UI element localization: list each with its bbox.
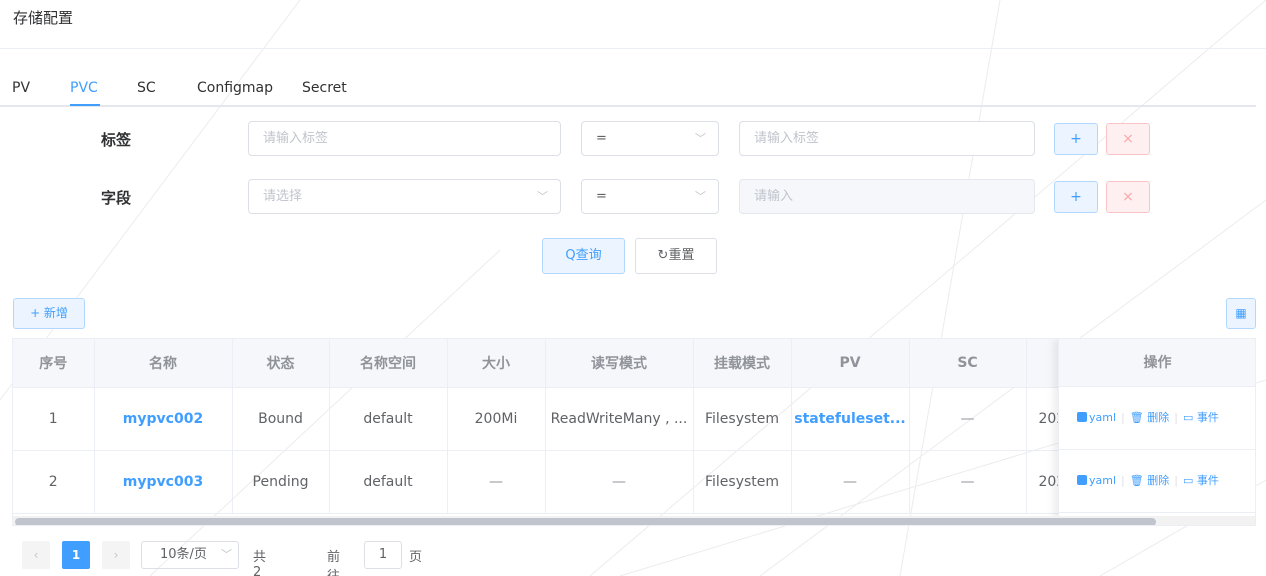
page-title: 存储配置: [13, 9, 74, 27]
divider: |: [1174, 474, 1178, 487]
column-header: 操作: [1059, 339, 1255, 387]
remove-field-filter-button[interactable]: ×: [1106, 181, 1150, 213]
goto-label: 前往: [327, 550, 341, 576]
refresh-icon: ↻: [657, 248, 669, 263]
total-count: 共 2 条: [253, 550, 267, 576]
yaml-action[interactable]: yaml: [1077, 411, 1116, 424]
tab-sc[interactable]: SC: [137, 80, 156, 96]
yaml-action[interactable]: yaml: [1077, 474, 1116, 487]
column-settings-button[interactable]: ▦: [1226, 298, 1256, 329]
divider: |: [1174, 411, 1178, 424]
tab-secret[interactable]: Secret: [302, 80, 347, 96]
horizontal-scrollbar[interactable]: [13, 516, 1255, 525]
tab-pv[interactable]: PV: [12, 80, 30, 96]
chevron-down-icon: ﹀: [695, 132, 706, 145]
divider: |: [1121, 474, 1125, 487]
field-key-select[interactable]: 请选择 ﹀: [248, 179, 561, 214]
add-label-filter-button[interactable]: +: [1054, 123, 1098, 155]
row-actions: yaml | 🗑 删除 | ▭ 事件: [1059, 387, 1255, 450]
page-header: 存储配置: [0, 0, 1266, 49]
tab-bar: PV PVC SC Configmap Secret: [0, 78, 1256, 107]
cell-access-mode: ReadWriteMany , ...: [545, 387, 694, 451]
column-header: 名称空间: [329, 339, 448, 388]
label-operator-select[interactable]: = ﹀: [581, 121, 719, 156]
remove-label-filter-button[interactable]: ×: [1106, 123, 1150, 155]
chevron-down-icon: ﹀: [695, 190, 706, 203]
pvc-table: 序号 名称 状态 名称空间 大小 读写模式 挂载模式 PV SC 1 mypvc…: [12, 338, 1256, 526]
add-pvc-button[interactable]: + 新增: [13, 298, 85, 329]
delete-action[interactable]: 🗑 删除: [1130, 411, 1169, 424]
cell-size: 200Mi: [447, 387, 546, 451]
cell-namespace: default: [329, 450, 448, 514]
reset-button[interactable]: ↻重置: [635, 238, 717, 274]
tab-pvc[interactable]: PVC: [70, 80, 98, 96]
cell-namespace: default: [329, 387, 448, 451]
page-unit-label: 页: [409, 550, 423, 565]
next-page-button[interactable]: ›: [102, 541, 130, 569]
active-tab-indicator: [70, 104, 100, 106]
column-header: 读写模式: [545, 339, 694, 388]
column-header: 挂载模式: [693, 339, 792, 388]
trash-icon: 🗑: [1129, 474, 1144, 487]
field-value-input[interactable]: 请输入: [739, 179, 1035, 214]
cell-name-link[interactable]: mypvc003: [94, 450, 233, 514]
row-actions: yaml | 🗑 删除 | ▭ 事件: [1059, 450, 1255, 513]
trash-icon: 🗑: [1129, 411, 1144, 424]
message-icon: ▭: [1182, 474, 1194, 487]
column-header: 状态: [232, 339, 330, 388]
table-grid-icon: ▦: [1235, 306, 1247, 320]
delete-action[interactable]: 🗑 删除: [1130, 474, 1169, 487]
add-field-filter-button[interactable]: +: [1054, 181, 1098, 213]
column-header: SC: [909, 339, 1027, 388]
cell-status: Bound: [232, 387, 330, 451]
operations-column: 操作 yaml | 🗑 删除 | ▭ 事件 yaml | 🗑 删除 | ▭ 事件: [1058, 339, 1255, 525]
events-action[interactable]: ▭ 事件: [1183, 474, 1219, 487]
field-operator-select[interactable]: = ﹀: [581, 179, 719, 214]
label-value-input[interactable]: 请输入标签: [739, 121, 1035, 156]
cell-volume-mode: Filesystem: [693, 450, 792, 514]
cell-pv: —: [791, 450, 910, 514]
chevron-down-icon: ﹀: [221, 548, 232, 561]
cell-access-mode: —: [545, 450, 694, 514]
goto-page-input[interactable]: 1: [364, 541, 402, 569]
tab-configmap[interactable]: Configmap: [197, 80, 273, 96]
message-icon: ▭: [1182, 411, 1194, 424]
column-header: 大小: [447, 339, 546, 388]
cell-sc: —: [909, 450, 1027, 514]
cell-sc: —: [909, 387, 1027, 451]
prev-page-button[interactable]: ‹: [22, 541, 50, 569]
cell-pv-link[interactable]: statefuleset...: [791, 387, 910, 451]
cell-status: Pending: [232, 450, 330, 514]
cell-volume-mode: Filesystem: [693, 387, 792, 451]
cell-size: —: [447, 450, 546, 514]
yaml-icon: [1077, 475, 1087, 485]
column-header: 序号: [13, 339, 95, 388]
scrollbar-thumb[interactable]: [15, 518, 1156, 525]
query-button[interactable]: Q查询: [542, 238, 625, 274]
yaml-icon: [1077, 412, 1087, 422]
field-filter-label: 字段: [101, 189, 132, 207]
cell-name-link[interactable]: mypvc002: [94, 387, 233, 451]
page-number-button[interactable]: 1: [62, 541, 90, 569]
chevron-down-icon: ﹀: [537, 190, 548, 203]
cell-index: 2: [13, 450, 95, 514]
events-action[interactable]: ▭ 事件: [1183, 411, 1219, 424]
column-header: 名称: [94, 339, 233, 388]
column-header: PV: [791, 339, 910, 388]
divider: |: [1121, 411, 1125, 424]
label-key-input[interactable]: 请输入标签: [248, 121, 561, 156]
label-filter-label: 标签: [101, 131, 132, 149]
cell-index: 1: [13, 387, 95, 451]
page-size-select[interactable]: 10条/页 ﹀: [141, 541, 239, 569]
